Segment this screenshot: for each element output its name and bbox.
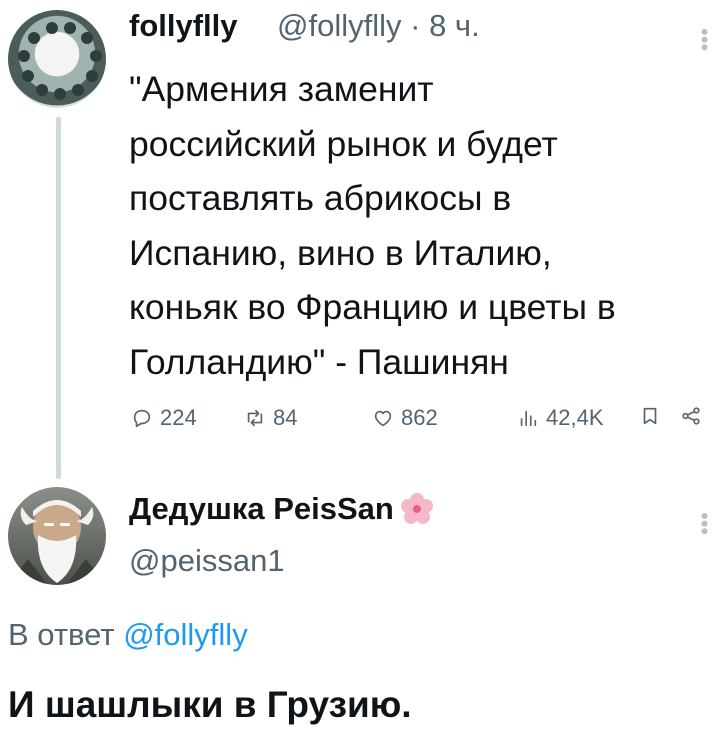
like-button[interactable]: 862 (372, 405, 438, 431)
tweet1-handle[interactable]: @follyflly (277, 8, 401, 43)
retweet-icon (247, 409, 263, 427)
share-icon (682, 407, 700, 425)
avatar-follyflly[interactable] (8, 10, 106, 108)
tweet2-name-row: Дедушка PeisSan (129, 491, 434, 527)
share-button[interactable] (680, 405, 702, 427)
retweet-button[interactable]: 84 (244, 405, 297, 431)
tweet2-display-name[interactable]: Дедушка PeisSan (129, 491, 394, 527)
like-icon (374, 410, 392, 427)
views-count: 42,4K (546, 405, 604, 430)
more-icon[interactable]: ••• (692, 28, 717, 51)
tweet1-text-line: Испанию, вино в Италию, (129, 232, 552, 273)
tweet1-meta: @follyflly · 8 ч. (277, 8, 480, 44)
reply-icon (133, 409, 151, 428)
tweet1-time[interactable]: 8 ч. (429, 8, 480, 43)
tweet1-text-line: "Армения заменит (129, 69, 434, 109)
elder-portrait-icon (8, 500, 106, 585)
avatar-peissan[interactable] (8, 487, 106, 585)
tweet1-text-line: поставлять абрикосы в (129, 178, 512, 218)
tweet2-handle[interactable]: @peissan1 (129, 543, 285, 579)
reply-context: В ответ @follyflly (8, 617, 248, 653)
thread-connector-line (56, 117, 61, 479)
like-count: 862 (401, 405, 438, 430)
more-icon[interactable]: ••• (692, 512, 717, 535)
reply-button[interactable]: 224 (131, 405, 197, 431)
reply-prefix: В ответ (8, 617, 115, 652)
reply-mention-link[interactable]: @follyflly (123, 617, 247, 652)
tweet1-text-line: коньяк во Францию и цветы в (129, 287, 616, 327)
tweet1-text-line: российский рынок и будет (129, 123, 558, 164)
views-icon (520, 410, 537, 427)
meta-separator: · (410, 8, 421, 43)
tweet1-display-name[interactable]: follyflly (129, 8, 238, 44)
retweet-count: 84 (273, 405, 298, 430)
sakura-flower-icon (400, 493, 433, 524)
tweet2-text: И шашлыки в Грузию. (8, 684, 412, 725)
bookmark-icon (643, 407, 657, 425)
tweet1-text-line: Голландию" - Пашинян (129, 341, 509, 382)
views-button[interactable]: 42,4K (517, 405, 604, 431)
tweet1-text: "Армения заменит российский рынок и буде… (129, 62, 719, 389)
bookmark-button[interactable] (639, 405, 661, 427)
reply-count: 224 (160, 405, 197, 430)
